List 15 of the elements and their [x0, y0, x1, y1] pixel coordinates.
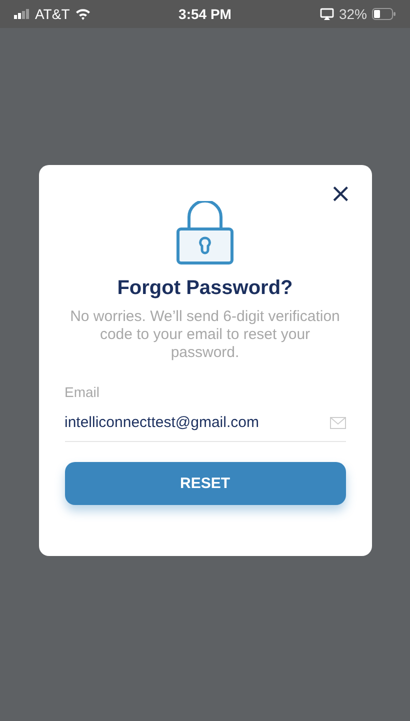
email-label: Email	[64, 384, 101, 400]
signal-icon	[14, 9, 30, 19]
padlock-icon	[176, 201, 234, 265]
envelope-icon	[330, 416, 346, 428]
screen-mirroring-icon	[320, 8, 334, 20]
dialog-message: No worries. We’ll send 6-digit verification code to your email to reset your password.	[69, 308, 341, 362]
carrier-name: AT&T	[35, 6, 70, 22]
email-field[interactable]: intelliconnecttest@gmail.com	[64, 414, 346, 442]
wifi-icon	[74, 8, 91, 20]
close-button[interactable]: ×	[326, 181, 356, 207]
status-time: 3:54 PM	[178, 6, 232, 22]
battery-icon	[372, 8, 396, 20]
dialog-title: Forgot Password?	[117, 277, 293, 300]
reset-button[interactable]: RESET	[64, 462, 346, 505]
battery-percent: 32%	[338, 6, 367, 22]
